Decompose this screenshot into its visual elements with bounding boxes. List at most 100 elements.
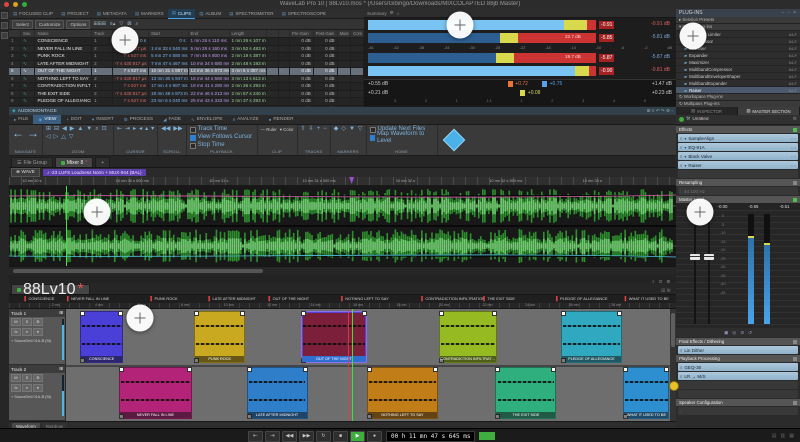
ribbon-icon[interactable]: ⌕: [95, 126, 98, 133]
resampling-slot[interactable]: ▸44 100 Hz: [678, 187, 798, 195]
ribbon-icon[interactable]: ▽: [358, 126, 363, 133]
ribbon-icon[interactable]: −: [323, 126, 327, 133]
tab-focused-clip[interactable]: ▤FOCUSED CLIP: [9, 9, 57, 18]
column-header[interactable]: End: [189, 30, 230, 37]
ribbon-icon[interactable]: ◇: [341, 126, 346, 133]
select-button[interactable]: Select: [12, 20, 33, 29]
resampling-section-header[interactable]: Resampling: [676, 179, 800, 186]
montage-tab-icons[interactable]: ⊞ ⚙: [661, 288, 674, 294]
track-button[interactable]: ▾: [33, 384, 43, 392]
fade-handle[interactable]: [439, 311, 444, 316]
track-button[interactable]: ⚙: [33, 318, 43, 326]
tab-markers[interactable]: ▤MARKERS: [131, 9, 168, 18]
ribbon-tab-view[interactable]: ◉VIEW: [33, 115, 61, 124]
tab-spectrometer[interactable]: ▤SPECTROMETER: [225, 9, 277, 18]
dock-icon[interactable]: [1, 32, 8, 39]
track-header-bar[interactable]: Track 2⊞: [9, 365, 65, 373]
wave-scrollbar[interactable]: [9, 266, 676, 275]
ribbon-checkbox[interactable]: Stop Time: [190, 142, 225, 149]
ribbon-icon[interactable]: →: [27, 126, 39, 140]
column-header[interactable]: Start: [149, 30, 188, 37]
column-header[interactable]: [9, 30, 21, 37]
table-row[interactable]: 6∿NOTHING LEFT TO SAY2-7 s 430.917 µs13 …: [9, 76, 364, 84]
clip-never-fall-in-line[interactable]: NEVER FALL IN LINE: [119, 367, 193, 419]
table-row[interactable]: 8∿THE EXIT SIDE2-7 s 430.917 µs19 mn 48 …: [9, 91, 364, 99]
stop-button[interactable]: ■: [333, 431, 348, 442]
loop-button[interactable]: ↻: [316, 431, 331, 442]
zoom-knob[interactable]: [669, 381, 679, 391]
ribbon-icon[interactable]: ▴: [145, 126, 148, 133]
editor-window-icons[interactable]: ⊞ ≡ ↶ ↷ ⚙ ▫: [647, 108, 673, 114]
home-icon[interactable]: ⌂: [397, 11, 400, 16]
table-row[interactable]: 4∿LATE AFTER MIDNIGHT2-7 s 430.917 µs7 m…: [9, 61, 364, 69]
effect-slot[interactable]: ≡▾EQ-91A▫▫: [678, 143, 798, 151]
go-end-button[interactable]: ⇥: [265, 431, 280, 442]
playback-slot[interactable]: ≡LR → M/S: [678, 372, 798, 380]
column-header[interactable]: [267, 30, 278, 37]
play-button[interactable]: ▶: [350, 431, 365, 442]
column-header[interactable]: Pre-Gain: [290, 30, 314, 37]
fade-handle[interactable]: [194, 311, 199, 316]
track-marker[interactable]: ▌OUT OF THE NIGHT: [268, 296, 309, 301]
table-row[interactable]: 3∿PUNK ROCK17 s 927 ms5 mn 27 s 580 ms7 …: [9, 53, 364, 61]
clip-pledge-of-allegiance[interactable]: PLEDGE OF ALLEGIANCE: [561, 311, 621, 363]
clip-conscience[interactable]: CONSCIENCE: [80, 311, 123, 363]
clip-out-of-the-night[interactable]: OUT OF THE NIGHT: [301, 311, 367, 363]
track-marker[interactable]: ▌LATE AFTER MIDNIGHT: [208, 296, 256, 301]
ribbon-icon[interactable]: ◆: [334, 126, 339, 133]
ribbon-icon[interactable]: ▼: [86, 126, 92, 133]
table-row[interactable]: 7∿CONTRADICTION INFILTRATION17 s 927 ms1…: [9, 83, 364, 91]
fade-handle[interactable]: [367, 367, 372, 372]
effect-slot[interactable]: ≡▾SampleAlign▫▫: [678, 134, 798, 142]
fade-handle[interactable]: [433, 367, 438, 372]
clip-what-it-used-to-be[interactable]: WHAT IT USED TO BE: [623, 367, 669, 419]
bypass-icon[interactable]: ⊘: [740, 330, 744, 336]
sort-icon[interactable]: ≡▴: [109, 21, 116, 27]
track-marker[interactable]: ▌PUNK ROCK: [150, 296, 177, 301]
add-tab-button[interactable]: +: [95, 157, 110, 167]
midi-icon[interactable]: ▤: [772, 433, 777, 439]
clip-the-exit-side[interactable]: THE EXIT SIDE: [495, 367, 556, 419]
ruler-marker-icon[interactable]: [349, 177, 354, 184]
playback-slot[interactable]: +: [678, 390, 798, 398]
ribbon-icon[interactable]: ⇥: [125, 126, 130, 133]
meter-tab-label[interactable]: Summary: [367, 11, 387, 16]
fade-handle[interactable]: [664, 367, 669, 372]
track-marker[interactable]: ▌WHAT IT USED TO BE: [625, 296, 669, 301]
table-row[interactable]: 5∿OUT OF THE NIGHT17 s 927 ms10 mn 31 s …: [9, 68, 364, 76]
plugin-item[interactable]: ▰Maximizer64-F: [676, 59, 800, 66]
fade-handle[interactable]: [495, 367, 500, 372]
collapse-icon[interactable]: ⊞: [59, 310, 63, 316]
column-header[interactable]: Track: [92, 30, 113, 37]
track-marker[interactable]: ▌NOTHING LEFT TO SAY: [341, 296, 389, 301]
plugin-item[interactable]: ▰MultibandEnvelopeShaper64-F: [676, 73, 800, 80]
ribbon-icon[interactable]: ⊟: [54, 126, 59, 133]
track-marker[interactable]: ▌PLEDGE OF ALLEGIANCE: [556, 296, 608, 301]
ribbon-icon[interactable]: ◁: [46, 134, 51, 141]
montage-marker-strip[interactable]: ▌CONSCIENCE▌NEVER FALL IN LINE▌PUNK ROCK…: [9, 295, 676, 303]
ribbon-checkbox[interactable]: Track Time: [190, 126, 227, 133]
dock-icon[interactable]: [1, 22, 8, 29]
effect-slot[interactable]: ≡▾Black Valve▫▫: [678, 152, 798, 160]
track-marker[interactable]: ▌NEVER FALL IN LINE: [67, 296, 109, 301]
track-header[interactable]: Track 1⊞MS⚙fx≡▾⌁ SoundGrid 01A-B (St): [9, 309, 65, 365]
tab-clips[interactable]: ▤CLIPS: [168, 9, 195, 19]
reset-icon[interactable]: ↺: [748, 330, 752, 336]
ribbon-icon[interactable]: ▷: [54, 134, 59, 141]
empty-effect-slot[interactable]: +: [678, 170, 798, 178]
montage-document-tab[interactable]: 88Lv10*: [11, 284, 90, 294]
table-row[interactable]: 9∿PLEDGE OF ALLEGIANCE17 s 927 ms23 mn 6…: [9, 98, 364, 106]
montage-vscroll-thumb[interactable]: [671, 313, 675, 347]
tab-project[interactable]: ▤PROJECT: [57, 9, 93, 18]
plugin-item[interactable]: ▰Raiser64-F: [676, 87, 800, 94]
effect-slot[interactable]: ≡▾Raiser▫▫: [678, 161, 798, 169]
ribbon-icon[interactable]: ▲: [77, 126, 83, 133]
track-button[interactable]: fx: [11, 328, 21, 336]
options-button[interactable]: Options: [66, 20, 90, 29]
ribbon-icon[interactable]: ⇧: [301, 126, 306, 133]
grid-view-icon[interactable]: ⊞⊞⊞: [92, 21, 107, 27]
column-header[interactable]: Sou: [21, 30, 35, 37]
tab-metadata[interactable]: ▤METADATA: [93, 9, 131, 18]
fade-handle[interactable]: [362, 311, 367, 316]
ribbon-icon[interactable]: ▾ Color: [280, 126, 294, 133]
